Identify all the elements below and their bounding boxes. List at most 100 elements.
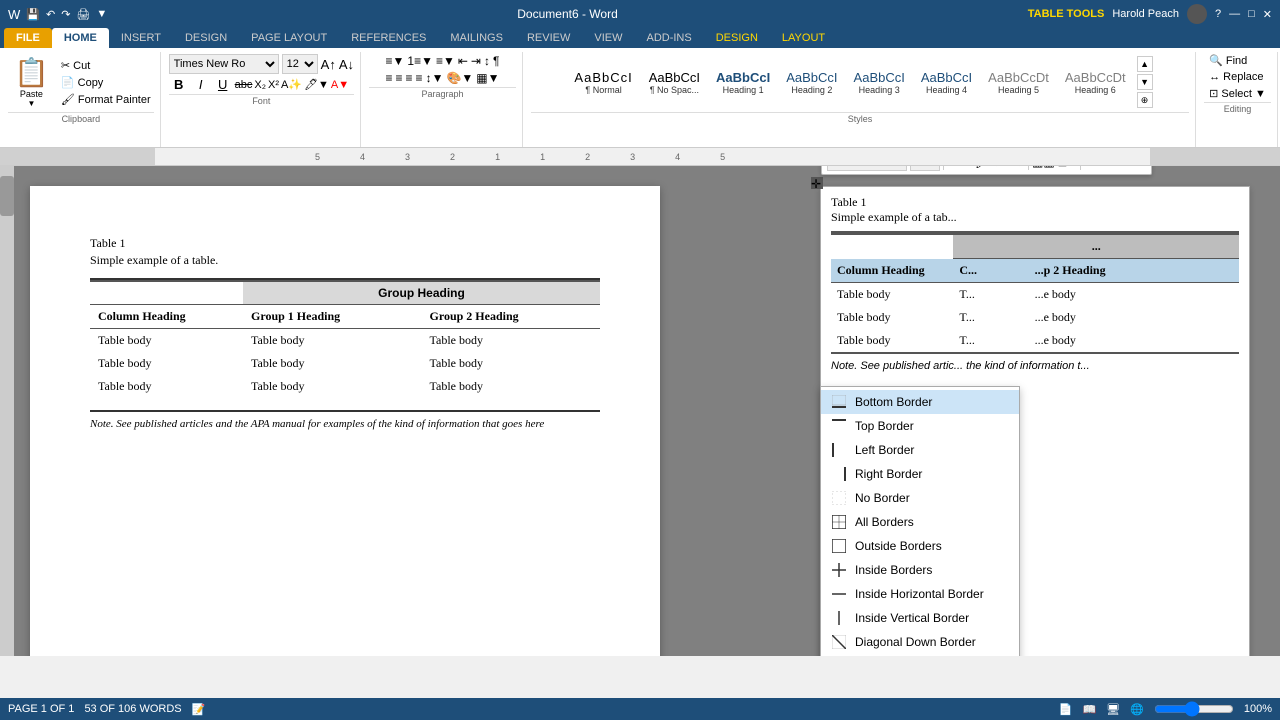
bullets-btn[interactable]: ≡▼: [386, 54, 405, 68]
styles-more[interactable]: ⊕: [1137, 92, 1153, 108]
print-icon[interactable]: 🖨: [76, 8, 90, 21]
border-all-item[interactable]: All Borders: [821, 510, 1019, 534]
border-top-item[interactable]: Top Border: [821, 414, 1019, 438]
zoom-slider[interactable]: [1154, 701, 1234, 717]
cut-btn[interactable]: ✂ Cut: [58, 58, 154, 73]
justify-btn[interactable]: ≡: [416, 71, 423, 85]
align-left-btn[interactable]: ≡: [386, 71, 393, 85]
style-normal[interactable]: AaBbCcI ¶ Normal: [567, 66, 639, 99]
view-print-icon[interactable]: 🖥: [1106, 703, 1120, 716]
border-left-item[interactable]: Left Border: [821, 438, 1019, 462]
customize-icon[interactable]: ▼: [96, 8, 107, 20]
italic-btn[interactable]: I: [191, 77, 211, 92]
tab-design[interactable]: DESIGN: [173, 28, 239, 48]
underline-btn[interactable]: U: [213, 77, 233, 92]
tab-insert[interactable]: INSERT: [109, 28, 173, 48]
quick-access-icons[interactable]: W 💾 ↶ ↷ 🖨 ▼: [8, 7, 107, 22]
tab-page-layout[interactable]: PAGE LAYOUT: [239, 28, 339, 48]
styles-scroll-down[interactable]: ▼: [1137, 74, 1153, 90]
border-inside-v-item[interactable]: Inside Vertical Border: [821, 606, 1019, 630]
float-bold-btn[interactable]: B: [947, 166, 956, 169]
window-title: Document6 - Word: [107, 7, 1027, 21]
border-bottom-item[interactable]: Bottom Border: [821, 390, 1019, 414]
tab-references[interactable]: REFERENCES: [339, 28, 438, 48]
grow-font-btn[interactable]: A↑: [321, 57, 336, 72]
float-size-selector[interactable]: 12: [910, 166, 940, 171]
border-diag-down-item[interactable]: Diagonal Down Border: [821, 630, 1019, 654]
float-color-btn[interactable]: A▼: [1005, 166, 1025, 169]
font-color-btn[interactable]: A▼: [331, 79, 349, 91]
border-inside-item[interactable]: Inside Borders: [821, 558, 1019, 582]
tab-table-design[interactable]: DESIGN: [704, 28, 770, 48]
move-handle[interactable]: ✛: [811, 177, 823, 189]
track-changes-icon[interactable]: 📝: [192, 703, 206, 716]
help-icon[interactable]: ?: [1215, 8, 1221, 20]
border-none-item[interactable]: No Border: [821, 486, 1019, 510]
undo-icon[interactable]: ↶: [46, 8, 55, 21]
tab-layout[interactable]: LAYOUT: [770, 28, 837, 48]
float-select-btn[interactable]: ▣▼: [1058, 166, 1077, 168]
text-effects-btn[interactable]: A✨: [281, 78, 302, 91]
view-normal-icon[interactable]: 📄: [1059, 703, 1073, 716]
border-outside-item[interactable]: Outside Borders: [821, 534, 1019, 558]
tab-review[interactable]: REVIEW: [515, 28, 582, 48]
style-heading6[interactable]: AaBbCcDt Heading 6: [1058, 66, 1133, 99]
font-size-selector[interactable]: 12: [282, 54, 318, 74]
float-table-btn[interactable]: ▦▦: [1032, 166, 1055, 169]
save-icon[interactable]: 💾: [26, 8, 40, 21]
strikethrough-btn[interactable]: abc: [235, 79, 253, 91]
find-btn[interactable]: 🔍 Find: [1209, 54, 1266, 67]
style-heading5[interactable]: AaBbCcDt Heading 5: [981, 66, 1056, 99]
align-right-btn[interactable]: ≡: [406, 71, 413, 85]
format-painter-btn[interactable]: 🖌 Format Painter: [58, 92, 154, 107]
numbering-btn[interactable]: 1≡▼: [407, 54, 433, 68]
paste-btn[interactable]: 📋 Paste ▼: [8, 54, 55, 110]
style-heading2[interactable]: AaBbCcI Heading 2: [779, 66, 844, 99]
select-btn[interactable]: ⊡ Select ▼: [1209, 87, 1266, 100]
float-highlight-btn[interactable]: 🖊▼: [975, 166, 1002, 169]
maximize-btn[interactable]: □: [1248, 8, 1255, 20]
style-heading3[interactable]: AaBbCcI Heading 3: [847, 66, 912, 99]
tab-mailings[interactable]: MAILINGS: [438, 28, 515, 48]
replace-btn[interactable]: ↔ Replace: [1209, 71, 1266, 83]
shading-btn[interactable]: 🎨▼: [446, 71, 473, 85]
copy-btn[interactable]: 📄 Copy: [58, 75, 154, 90]
tab-view[interactable]: VIEW: [582, 28, 634, 48]
float-italic-btn[interactable]: I: [959, 166, 962, 169]
close-btn[interactable]: ✕: [1263, 8, 1272, 21]
show-hide-btn[interactable]: ¶: [493, 54, 499, 68]
border-diag-up-item[interactable]: Diagonal Up Border: [821, 654, 1019, 656]
style-heading1[interactable]: AaBbCcI Heading 1: [709, 66, 777, 99]
user-avatar[interactable]: [1187, 4, 1207, 24]
float-font-selector[interactable]: Times Ne...: [827, 166, 907, 171]
view-web-icon[interactable]: 🌐: [1130, 703, 1144, 716]
increase-indent-btn[interactable]: ⇥: [471, 54, 481, 68]
redo-icon[interactable]: ↷: [61, 8, 70, 21]
superscript-btn[interactable]: X²: [268, 79, 279, 91]
tab-home[interactable]: HOME: [52, 28, 109, 48]
float-align-btn[interactable]: ≡: [965, 166, 972, 169]
sort-btn[interactable]: ↕: [484, 54, 490, 68]
shrink-font-btn[interactable]: A↓: [339, 57, 354, 72]
font-selector[interactable]: Times New Ro: [169, 54, 279, 74]
bold-btn[interactable]: B: [169, 77, 189, 92]
tab-add-ins[interactable]: ADD-INS: [634, 28, 703, 48]
multilevel-btn[interactable]: ≡▼: [436, 54, 455, 68]
subscript-btn[interactable]: X₂: [254, 79, 266, 91]
decrease-indent-btn[interactable]: ⇤: [458, 54, 468, 68]
style-heading4[interactable]: AaBbCcI Heading 4: [914, 66, 979, 99]
document-area[interactable]: Table 1 Simple example of a table. Group…: [0, 166, 1280, 656]
line-spacing-btn[interactable]: ↕▼: [426, 71, 444, 85]
styles-scroll-up[interactable]: ▲: [1137, 56, 1153, 72]
style-no-spacing[interactable]: AaBbCcI ¶ No Spac...: [642, 66, 707, 99]
highlight-btn[interactable]: 🖊▼: [304, 78, 329, 91]
tab-file[interactable]: FILE: [4, 28, 52, 48]
borders-btn[interactable]: ▦▼: [476, 71, 499, 85]
border-inside-h-item[interactable]: Inside Horizontal Border: [821, 582, 1019, 606]
style-normal-preview: AaBbCcI: [574, 70, 632, 85]
view-reading-icon[interactable]: 📖: [1082, 703, 1096, 716]
align-center-btn[interactable]: ≡: [396, 71, 403, 85]
minimize-btn[interactable]: —: [1229, 8, 1240, 20]
border-right-item[interactable]: Right Border: [821, 462, 1019, 486]
right-table-row: Table body T... ...e body: [831, 306, 1239, 329]
